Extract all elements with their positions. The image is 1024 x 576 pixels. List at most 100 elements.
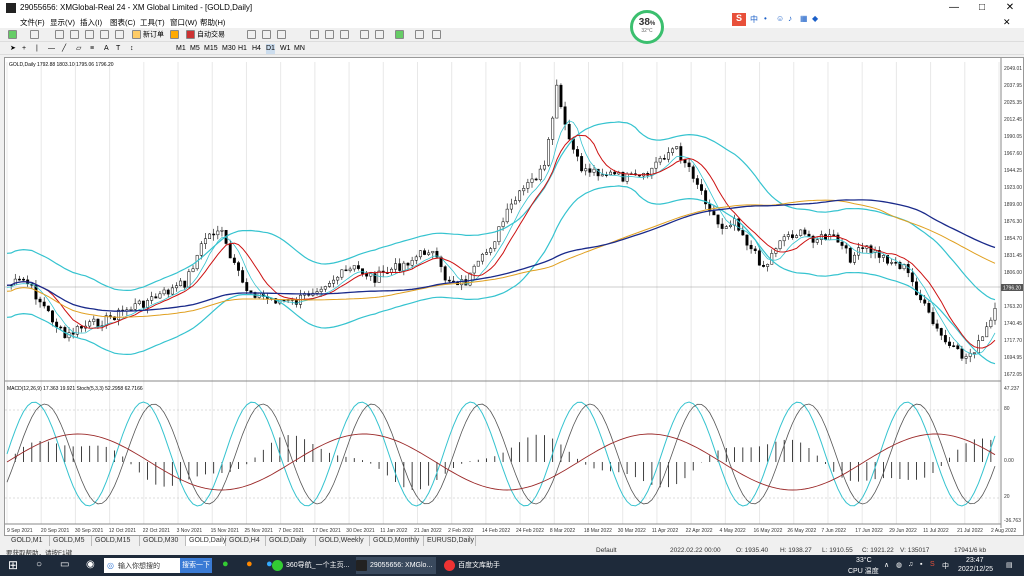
chart-tab-4[interactable]: GOLD,Daily — [186, 536, 226, 546]
tf-m30[interactable]: M30 — [222, 44, 236, 54]
menu-window[interactable]: 窗口(W) — [170, 17, 197, 28]
horizontal-line-icon[interactable]: — — [48, 44, 55, 54]
tray-chevron-icon[interactable]: ∧ — [884, 561, 889, 569]
trendline-icon[interactable]: ╱ — [62, 44, 66, 54]
chart-shift-icon[interactable] — [360, 30, 369, 40]
browser-logo-icon[interactable]: ◉ — [86, 559, 95, 570]
taskbar-search-box[interactable]: ◎ 输入你想搜的 搜索一下 — [104, 558, 212, 573]
ime-voice-icon[interactable]: ♪ — [788, 14, 792, 23]
candle-body — [683, 159, 687, 164]
menu-view[interactable]: 显示(V) — [50, 17, 75, 28]
wechat-icon[interactable]: ● — [222, 558, 229, 570]
chart-tab-2[interactable]: GOLD,M15 — [92, 536, 140, 546]
taskbar-app-mt4[interactable]: 29055656: XMGlo... — [356, 557, 436, 574]
minimize-button[interactable]: — — [940, 0, 968, 16]
metaeditor-icon[interactable] — [170, 30, 179, 40]
performance-gauge[interactable]: 38% 32°C — [630, 10, 664, 44]
candlestick-icon[interactable] — [262, 30, 271, 40]
candle-body — [352, 265, 356, 270]
ime-skin-icon[interactable]: ◆ — [812, 14, 818, 23]
chart-window[interactable]: 2049.01 2037.95 2025.35 2012.45 1990.05 1967.… — [4, 57, 1024, 536]
arrows-icon[interactable]: ↕ — [130, 44, 134, 54]
menu-tools[interactable]: 工具(T) — [140, 17, 165, 28]
candle-body — [480, 253, 484, 262]
gauge-percent: 38 — [638, 17, 650, 28]
market-watch-icon[interactable] — [55, 30, 64, 40]
menu-help[interactable]: 帮助(H) — [200, 17, 225, 28]
tf-h4[interactable]: H4 — [252, 44, 261, 54]
templates-icon[interactable] — [432, 30, 441, 40]
sogou-logo-icon[interactable]: S — [732, 13, 746, 26]
candle-body — [782, 236, 786, 242]
notification-icon[interactable]: ▤ — [1006, 561, 1013, 569]
chart-tab-1[interactable]: GOLD,M5 — [50, 536, 92, 546]
search-icon[interactable]: ○ — [36, 559, 42, 570]
strategy-tester-icon[interactable] — [115, 30, 124, 40]
menu-chart[interactable]: 图表(C) — [110, 17, 135, 28]
navigator-icon[interactable] — [85, 30, 94, 40]
tray-app-icon[interactable]: ▪ — [920, 561, 922, 568]
tray-sogou-icon[interactable]: S — [930, 561, 935, 568]
tf-m15[interactable]: M15 — [204, 44, 218, 54]
candle-body — [220, 229, 224, 232]
periods-icon[interactable] — [415, 30, 424, 40]
tile-windows-icon[interactable] — [340, 30, 349, 40]
tray-volume-icon[interactable]: ♫ — [908, 561, 913, 568]
clock-time[interactable]: 23:47 — [966, 557, 984, 564]
ime-lang-indicator[interactable]: 中 — [750, 14, 758, 25]
line-chart-icon[interactable] — [277, 30, 286, 40]
chart-tab-0[interactable]: GOLD,M1 — [8, 536, 50, 546]
cursor-icon[interactable]: ➤ — [10, 44, 16, 54]
tf-w1[interactable]: W1 — [280, 44, 291, 54]
tf-h1[interactable]: H1 — [238, 44, 247, 54]
menu-insert[interactable]: 插入(I) — [80, 17, 102, 28]
tray-network-icon[interactable]: ◍ — [896, 561, 902, 569]
maximize-button[interactable]: □ — [968, 0, 996, 16]
candle-body — [964, 356, 968, 359]
chart-tab-6[interactable]: GOLD,Daily — [266, 536, 316, 546]
crosshair-icon[interactable]: + — [22, 44, 26, 54]
chart-tab-3[interactable]: GOLD,M30 — [140, 536, 186, 546]
tf-d1[interactable]: D1 — [266, 44, 275, 54]
tray-ime-indicator[interactable]: 中 — [942, 561, 949, 571]
profiles-icon[interactable] — [30, 30, 39, 40]
zoom-out-icon[interactable] — [325, 30, 334, 40]
menu-file[interactable]: 文件(F) — [20, 17, 45, 28]
taskbar-app-wenku[interactable]: 百度文库助手 — [444, 557, 516, 574]
indicators-icon[interactable] — [395, 30, 404, 40]
gold-daily-chart[interactable]: 2049.01 2037.95 2025.35 2012.45 1990.05 1967.… — [5, 58, 1023, 535]
zoom-in-icon[interactable] — [310, 30, 319, 40]
bar-chart-icon[interactable] — [247, 30, 256, 40]
fibonacci-icon[interactable]: ≡ — [90, 44, 94, 54]
taskbar-app-360[interactable]: 360导航_一个主页... — [272, 557, 349, 574]
chart-tab-5[interactable]: GOLD,H4 — [226, 536, 266, 546]
windows-start-icon[interactable]: ⊞ — [8, 558, 18, 572]
candle-body — [493, 241, 497, 249]
ime-punct-icon[interactable]: • — [764, 14, 767, 23]
new-chart-icon[interactable] — [8, 30, 17, 40]
candle-body — [509, 203, 513, 210]
clock-date[interactable]: 2022/12/25 — [958, 566, 993, 573]
task-view-icon[interactable]: ▭ — [60, 559, 69, 570]
data-window-icon[interactable] — [70, 30, 79, 40]
tf-m1[interactable]: M1 — [176, 44, 186, 54]
firefox-icon[interactable]: ● — [246, 558, 253, 570]
chart-tab-9[interactable]: EURUSD,Daily — [424, 536, 476, 546]
chart-tab-8[interactable]: GOLD,Monthly — [370, 536, 424, 546]
close-button[interactable]: ✕ — [996, 0, 1024, 16]
label-icon[interactable]: T — [116, 44, 120, 54]
text-icon[interactable]: A — [104, 44, 109, 54]
menu-close-icon[interactable]: ✕ — [1003, 17, 1011, 28]
autoscroll-icon[interactable] — [375, 30, 384, 40]
chart-tab-7[interactable]: GOLD,Weekly — [316, 536, 370, 546]
ime-emoji-icon[interactable]: ☺ — [776, 14, 784, 23]
ime-keyboard-icon[interactable]: ▦ — [800, 14, 808, 23]
channel-icon[interactable]: ▱ — [76, 44, 81, 54]
terminal-icon[interactable] — [100, 30, 109, 40]
vertical-line-icon[interactable]: | — [36, 44, 38, 54]
search-button[interactable]: 搜索一下 — [180, 558, 212, 573]
tf-m5[interactable]: M5 — [190, 44, 200, 54]
new-order-button[interactable]: 新订单 — [132, 30, 164, 40]
tf-mn[interactable]: MN — [294, 44, 305, 54]
auto-trading-button[interactable]: 自动交易 — [186, 30, 225, 40]
